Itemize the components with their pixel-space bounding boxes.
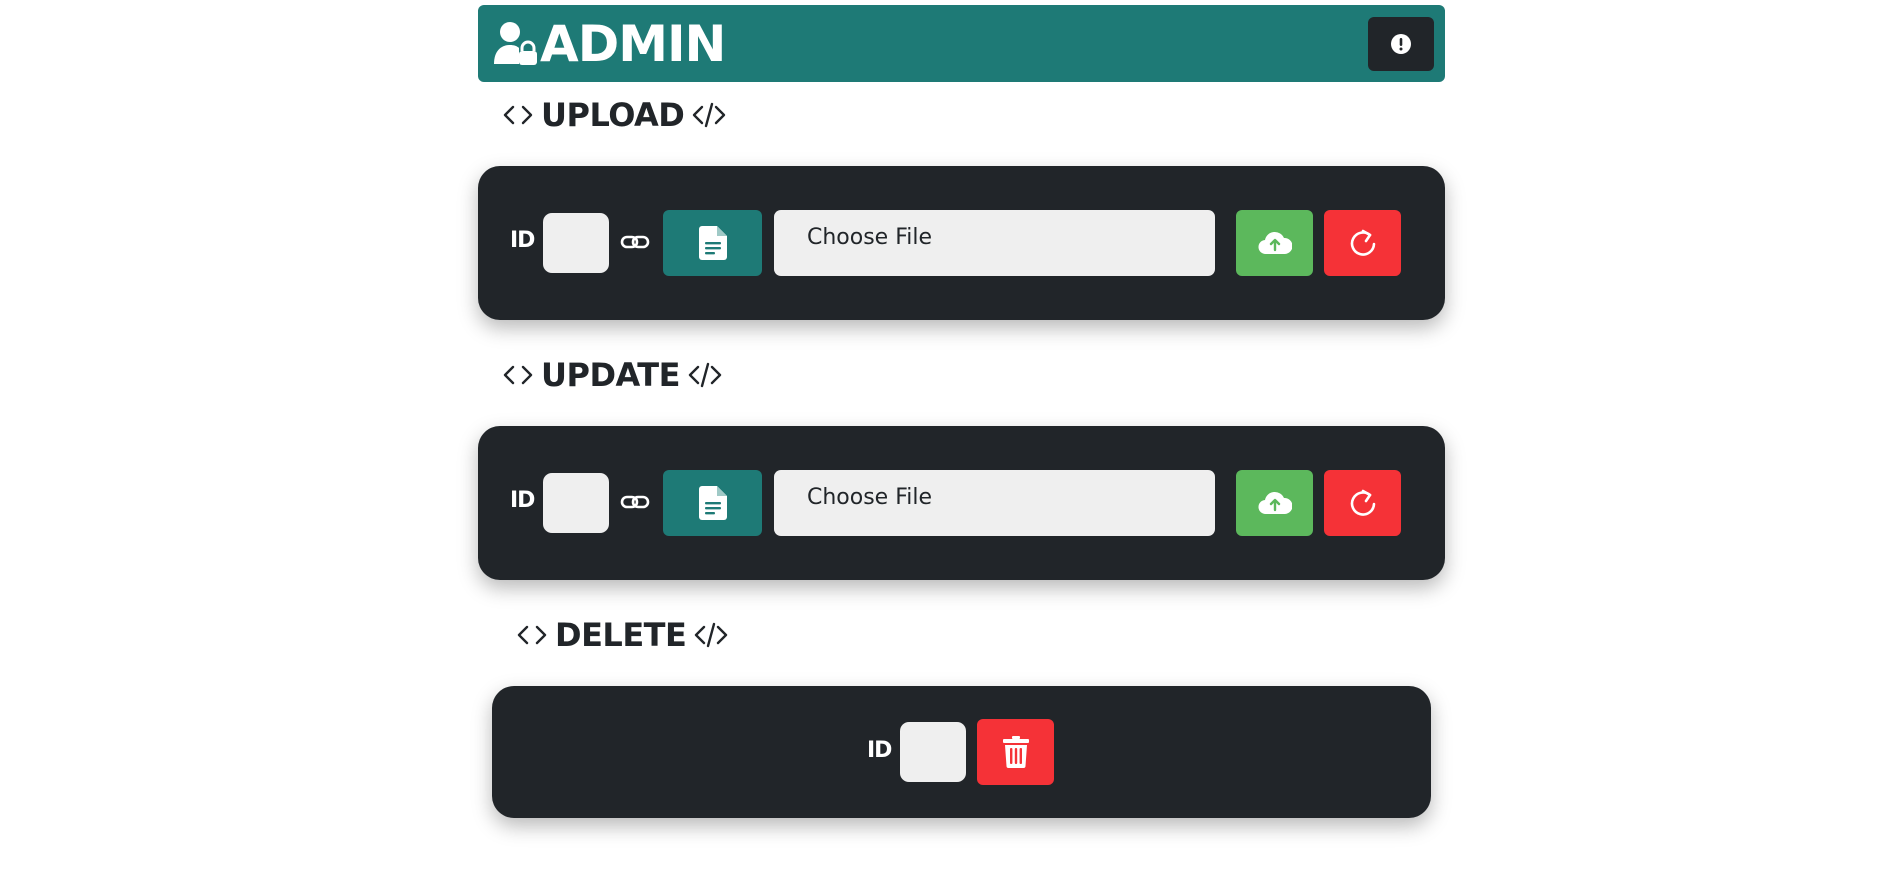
update-reset-button[interactable] [1324, 470, 1401, 536]
link-icon [620, 235, 650, 249]
info-button[interactable] [1368, 17, 1434, 71]
code-icon [517, 625, 547, 645]
upload-panel: ID Choose File [478, 166, 1445, 320]
id-label: ID [510, 228, 535, 253]
update-title-text: UPDATE [541, 356, 680, 394]
delete-title-text: DELETE [555, 616, 687, 654]
cloud-upload-icon [1258, 491, 1292, 515]
update-id-input[interactable] [543, 473, 609, 533]
code-icon [503, 105, 533, 125]
user-lock-icon [494, 22, 537, 65]
update-document-button[interactable] [663, 470, 762, 536]
upload-submit-button[interactable] [1236, 210, 1313, 276]
update-submit-button[interactable] [1236, 470, 1313, 536]
delete-section-title: DELETE [517, 615, 728, 655]
upload-file-input[interactable]: Choose File [774, 210, 1215, 276]
upload-reset-button[interactable] [1324, 210, 1401, 276]
rotate-icon [1350, 229, 1375, 256]
cloud-upload-icon [1258, 231, 1292, 255]
update-section-title: UPDATE [503, 355, 722, 395]
code-icon [503, 365, 533, 385]
id-label: ID [867, 738, 892, 763]
admin-header: ADMIN [478, 5, 1445, 82]
admin-page: ADMIN UPLOAD ID Choose File UPDATE ID Ch… [0, 0, 1897, 870]
id-label: ID [510, 488, 535, 513]
page-title: ADMIN [540, 15, 726, 73]
code-slash-icon [693, 102, 726, 128]
upload-title-text: UPLOAD [541, 96, 685, 134]
update-panel: ID Choose File [478, 426, 1445, 580]
update-file-input[interactable]: Choose File [774, 470, 1215, 536]
file-text-icon [698, 226, 727, 260]
delete-button[interactable] [977, 719, 1054, 785]
upload-id-input[interactable] [543, 213, 609, 273]
upload-section-title: UPLOAD [503, 95, 726, 135]
delete-panel: ID [492, 686, 1431, 818]
upload-document-button[interactable] [663, 210, 762, 276]
delete-id-input[interactable] [900, 722, 966, 782]
brand: ADMIN [494, 15, 726, 73]
rotate-icon [1350, 489, 1375, 516]
file-text-icon [698, 486, 727, 520]
trash-icon [1002, 736, 1029, 768]
link-icon [620, 495, 650, 509]
exclamation-circle-icon [1391, 34, 1411, 54]
code-slash-icon [695, 622, 728, 648]
code-slash-icon [688, 362, 722, 388]
